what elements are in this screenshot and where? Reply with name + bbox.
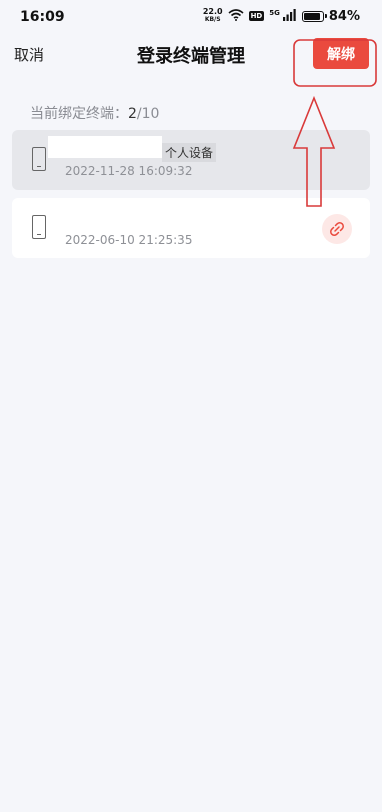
unlink-icon (330, 222, 344, 236)
device-login-time: 2022-06-10 21:25:35 (65, 233, 193, 247)
network-speed: 22.0 KB/S (203, 8, 223, 24)
wifi-icon (228, 8, 244, 24)
network-type: 5G (269, 9, 280, 17)
battery-level: 84% (328, 8, 360, 24)
device-name-redacted (48, 136, 162, 158)
device-login-time: 2022-11-28 16:09:32 (65, 164, 193, 178)
bound-count-total: /10 (136, 106, 160, 122)
nav-bar: 取消 登录终端管理 解绑 (0, 34, 382, 74)
battery-icon (301, 10, 327, 22)
signal-icon (282, 8, 297, 24)
unbind-button[interactable]: 解绑 (313, 38, 369, 69)
bound-count-current: 2 (128, 106, 137, 122)
status-time: 16:09 (20, 9, 65, 25)
unlink-device-button[interactable] (322, 214, 352, 244)
status-icons: 22.0 KB/S HD 5G 84% (203, 8, 360, 24)
bound-count: 当前绑定终端：2/10 (30, 103, 159, 123)
phone-icon (32, 147, 46, 171)
status-bar: 16:09 22.0 KB/S HD 5G 84% (0, 0, 382, 34)
bound-count-label: 当前绑定终端： (30, 106, 128, 122)
device-tag: 个人设备 (162, 143, 217, 162)
device-card[interactable]: 2022-06-10 21:25:35 (12, 198, 370, 258)
network-speed-unit: KB/S (204, 16, 221, 23)
device-card-current[interactable]: 个人设备 2022-11-28 16:09:32 (12, 130, 370, 190)
hd-icon: HD (248, 11, 265, 21)
phone-icon (32, 215, 46, 239)
network-speed-value: 22.0 (202, 7, 223, 16)
